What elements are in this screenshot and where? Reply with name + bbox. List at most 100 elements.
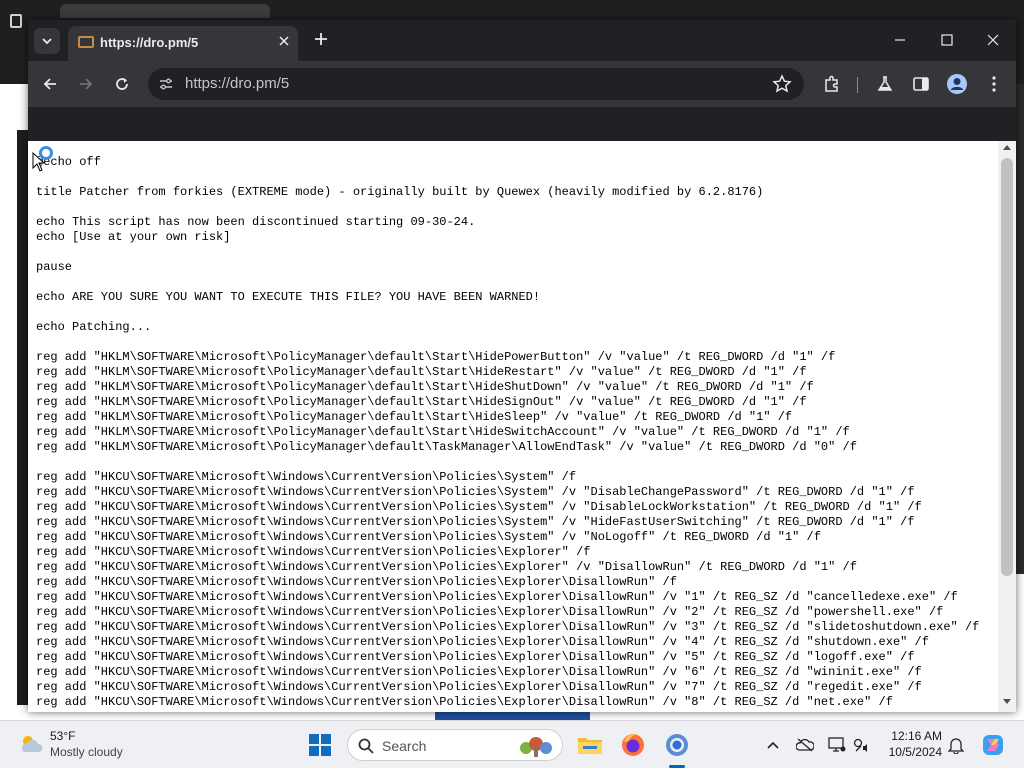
code-line: reg add "HKCU\SOFTWARE\Microsoft\Windows… <box>36 500 922 514</box>
profile-button[interactable] <box>946 73 968 95</box>
code-line: @echo off <box>36 155 101 169</box>
side-panel-button[interactable] <box>910 73 932 95</box>
code-line: reg add "HKCU\SOFTWARE\Microsoft\Windows… <box>36 575 677 589</box>
clock-time[interactable]: 12:16 AM <box>888 729 942 743</box>
extensions-button[interactable] <box>821 73 843 95</box>
code-line: title Patcher from forkies (EXTREME mode… <box>36 185 764 199</box>
plus-icon <box>315 33 327 45</box>
weather-description[interactable]: Mostly cloudy <box>50 745 123 759</box>
code-line: reg add "HKCU\SOFTWARE\Microsoft\Windows… <box>36 620 980 634</box>
menu-button[interactable] <box>983 73 1005 95</box>
search-icon <box>358 738 374 754</box>
code-line: reg add "HKCU\SOFTWARE\Microsoft\Windows… <box>36 485 915 499</box>
copilot-icon <box>983 735 1003 755</box>
loading-spinner-icon <box>39 146 53 160</box>
code-line: reg add "HKCU\SOFTWARE\Microsoft\Windows… <box>36 590 958 604</box>
reload-icon <box>116 78 128 90</box>
code-line: reg add "HKCU\SOFTWARE\Microsoft\Windows… <box>36 650 915 664</box>
chevron-down-icon <box>42 38 52 45</box>
tab-strip: https://dro.pm/5 <box>28 20 1016 61</box>
notifications-button[interactable] <box>947 736 965 754</box>
minimize-icon <box>895 39 905 41</box>
reload-button[interactable] <box>110 72 134 96</box>
close-icon <box>279 36 289 46</box>
chrome-icon <box>666 734 688 756</box>
minimize-button[interactable] <box>885 28 915 52</box>
weather-temperature[interactable]: 53°F <box>50 729 75 743</box>
cloud-offline-icon <box>796 738 814 752</box>
new-tab-button[interactable] <box>309 28 333 52</box>
close-icon <box>987 34 999 46</box>
clock-date[interactable]: 10/5/2024 <box>880 745 942 759</box>
code-line: reg add "HKCU\SOFTWARE\Microsoft\Windows… <box>36 470 577 484</box>
vertical-scrollbar[interactable] <box>998 141 1016 712</box>
chrome-taskbar-button[interactable] <box>663 731 691 759</box>
firefox-icon <box>622 734 644 756</box>
network-tray-icon[interactable] <box>853 736 871 754</box>
display-tray-icon[interactable] <box>828 736 846 754</box>
file-explorer-taskbar-button[interactable] <box>576 731 604 759</box>
code-line: reg add "HKLM\SOFTWARE\Microsoft\PolicyM… <box>36 380 814 394</box>
tab-close-button[interactable] <box>274 32 294 52</box>
background-window-edge-left <box>17 130 28 705</box>
toolbar-divider <box>857 77 858 93</box>
scroll-up-arrow-icon[interactable] <box>1003 145 1011 150</box>
onedrive-tray-icon[interactable] <box>796 736 814 754</box>
background-window-edge <box>1015 84 1024 574</box>
copilot-button[interactable] <box>981 733 1005 757</box>
maximize-icon <box>941 34 953 46</box>
monitor-icon <box>828 737 846 752</box>
more-vertical-icon <box>992 76 996 92</box>
arrow-right-icon <box>80 78 93 90</box>
scrollbar-thumb[interactable] <box>1001 158 1013 576</box>
background-app-icon <box>10 14 22 28</box>
side-panel-icon <box>913 77 929 91</box>
code-line: reg add "HKLM\SOFTWARE\Microsoft\PolicyM… <box>36 440 857 454</box>
firefox-taskbar-button[interactable] <box>619 731 647 759</box>
search-highlight-icon <box>520 737 552 757</box>
site-info-icon[interactable] <box>158 76 174 92</box>
bookmark-star-icon[interactable] <box>772 74 792 94</box>
code-line: reg add "HKLM\SOFTWARE\Microsoft\PolicyM… <box>36 365 807 379</box>
flask-icon <box>877 76 893 91</box>
scroll-down-arrow-icon[interactable] <box>1003 699 1011 704</box>
back-button[interactable] <box>38 72 62 96</box>
show-hidden-icons-button[interactable] <box>764 736 782 754</box>
cloudy-weather-icon[interactable] <box>18 733 44 755</box>
taskbar-search-box[interactable]: Search <box>347 729 563 761</box>
code-line: reg add "HKLM\SOFTWARE\Microsoft\PolicyM… <box>36 425 850 439</box>
page-content[interactable]: @echo off title Patcher from forkies (EX… <box>28 141 1016 712</box>
browser-window: https://dro.pm/5 https://dro.pm/5 @echo … <box>28 20 1016 712</box>
close-window-button[interactable] <box>978 28 1008 52</box>
code-line: reg add "HKCU\SOFTWARE\Microsoft\Windows… <box>36 635 929 649</box>
address-bar[interactable]: https://dro.pm/5 <box>148 68 804 100</box>
avatar-icon <box>947 74 967 94</box>
labs-button[interactable] <box>874 73 896 95</box>
forward-button[interactable] <box>74 72 98 96</box>
code-line: reg add "HKLM\SOFTWARE\Microsoft\PolicyM… <box>36 410 793 424</box>
folder-icon <box>578 738 602 754</box>
search-placeholder: Search <box>382 738 427 754</box>
arrow-left-icon <box>43 78 56 90</box>
code-line: echo ARE YOU SURE YOU WANT TO EXECUTE TH… <box>36 290 541 304</box>
browser-toolbar: https://dro.pm/5 <box>28 61 1016 107</box>
tab-search-button[interactable] <box>34 28 60 54</box>
windows-start-icon[interactable] <box>309 734 331 756</box>
bell-icon <box>948 738 964 754</box>
tab-favicon-icon <box>78 36 94 48</box>
code-line: echo Patching... <box>36 320 152 334</box>
code-line: reg add "HKCU\SOFTWARE\Microsoft\Windows… <box>36 560 857 574</box>
code-line: echo [Use at your own risk] <box>36 230 231 244</box>
script-text: @echo off title Patcher from forkies (EX… <box>36 155 979 710</box>
code-line: reg add "HKLM\SOFTWARE\Microsoft\PolicyM… <box>36 395 807 409</box>
code-line: reg add "HKCU\SOFTWARE\Microsoft\Windows… <box>36 680 922 694</box>
tab-active[interactable]: https://dro.pm/5 <box>68 26 298 61</box>
code-line: pause <box>36 260 73 274</box>
maximize-button[interactable] <box>932 28 962 52</box>
